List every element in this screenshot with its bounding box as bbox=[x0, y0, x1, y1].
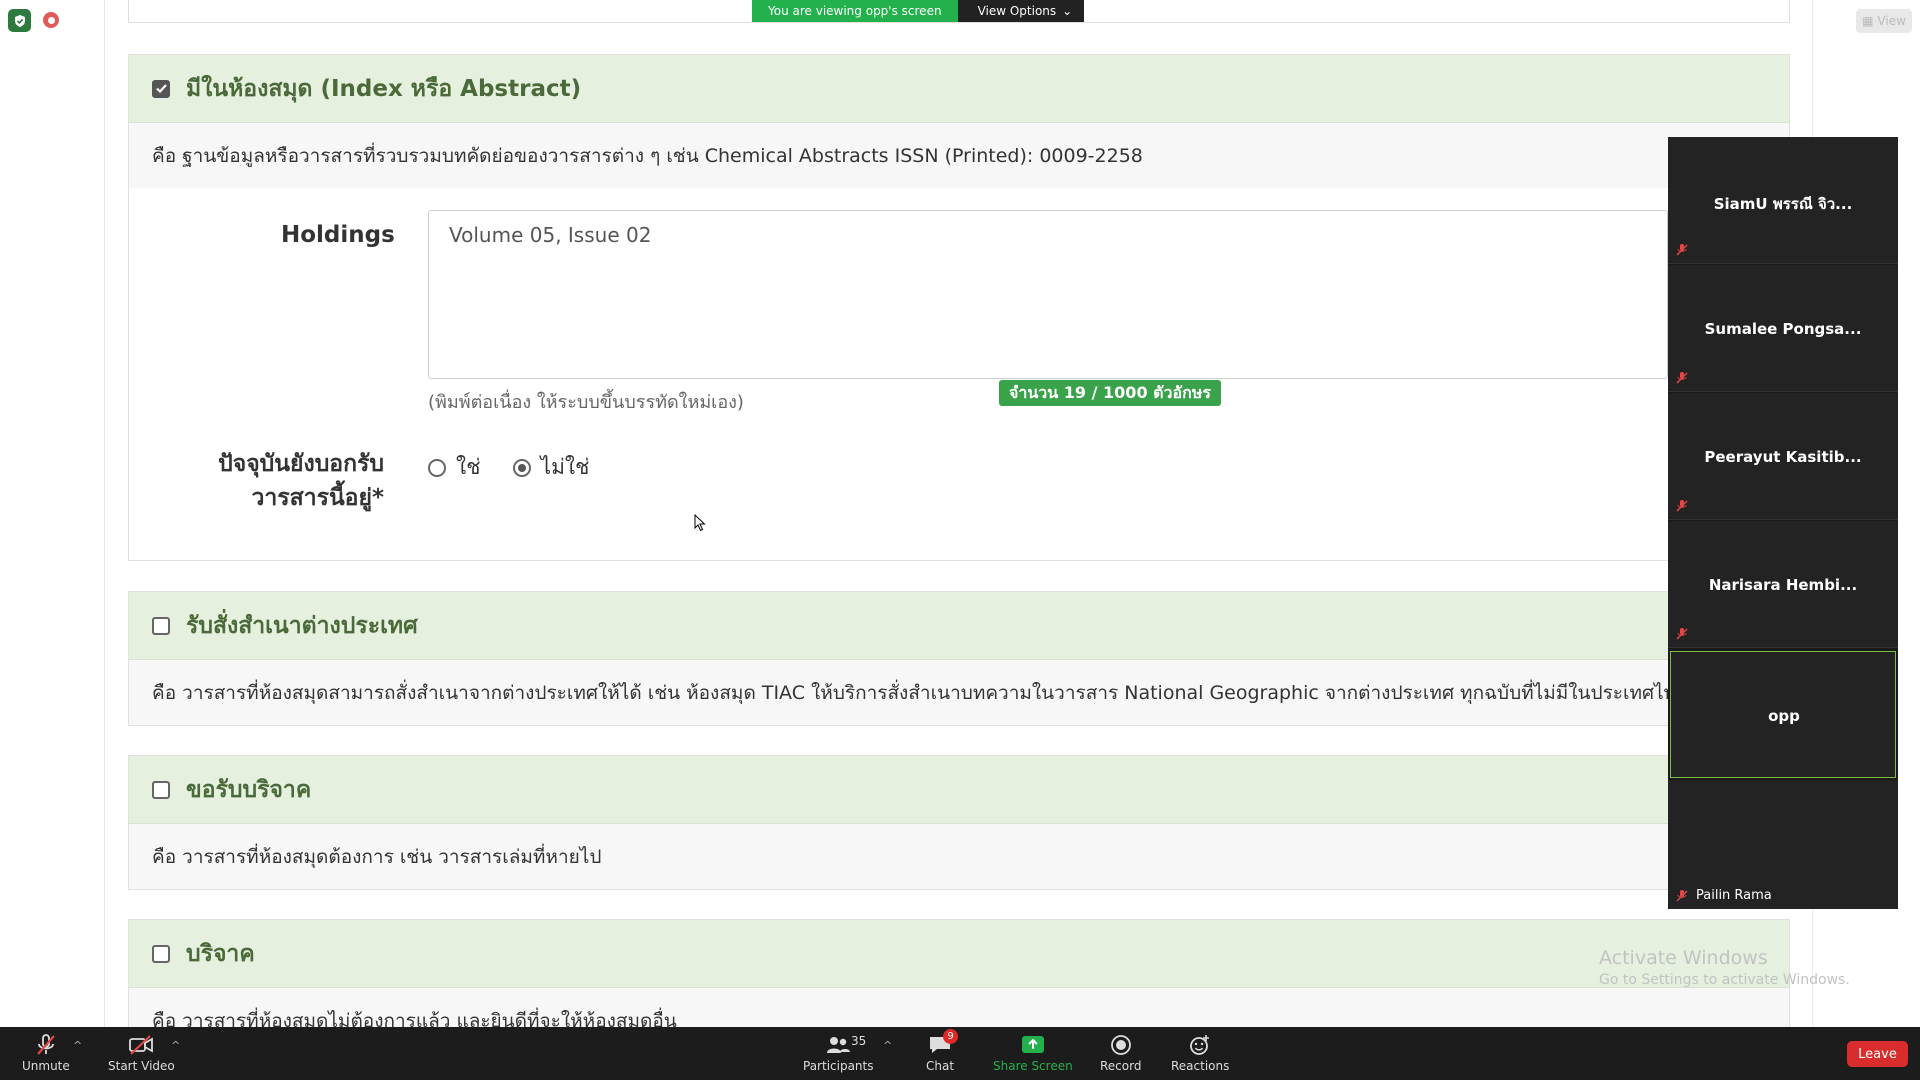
radio-no[interactable] bbox=[512, 458, 531, 477]
share-screen-label: Share Screen bbox=[993, 1059, 1073, 1073]
chevron-down-icon: ⌄ bbox=[1062, 4, 1073, 18]
screen-share-banner: You are viewing opp's screen View Option… bbox=[752, 0, 1085, 22]
character-counter-badge: จำนวน 19 / 1000 ตัวอักษร bbox=[999, 380, 1221, 406]
muted-mic-icon bbox=[37, 1034, 55, 1055]
left-guide-line bbox=[104, 0, 105, 1030]
record-icon bbox=[1110, 1035, 1131, 1055]
radio-yes-label[interactable]: ใช่ bbox=[456, 451, 481, 484]
participant-name: SiamU พรรณี จิว... bbox=[1713, 195, 1853, 213]
section-header: บริจาค bbox=[129, 920, 1789, 988]
muted-mic-icon bbox=[1676, 890, 1688, 902]
section-checkbox[interactable] bbox=[152, 79, 170, 98]
subscription-label-line1: ปัจจุบันยังบอกรับ bbox=[218, 451, 384, 477]
video-off-icon bbox=[129, 1035, 154, 1055]
section-title: บริจาค bbox=[186, 940, 255, 967]
holdings-hint: (พิมพ์ต่อเนื่อง ให้ระบบขึ้นบรรทัดใหม่เอง… bbox=[428, 392, 744, 413]
participant-tile-active-speaker[interactable]: opp bbox=[1670, 651, 1896, 778]
section-description: คือ วารสารที่ห้องสมุดสามารถสั่งสำเนาจากต… bbox=[129, 660, 1789, 725]
section-request-donation: ขอรับบริจาค คือ วารสารที่ห้องสมุดต้องการ… bbox=[128, 755, 1790, 890]
start-video-label: Start Video bbox=[108, 1059, 175, 1073]
chat-label: Chat bbox=[926, 1059, 955, 1073]
share-screen-button[interactable]: Share Screen bbox=[993, 1031, 1073, 1073]
participant-tile[interactable]: SiamU พรรณี จิว... bbox=[1668, 137, 1898, 264]
section-description: คือ วารสารที่ห้องสมุดต้องการ เช่น วารสาร… bbox=[129, 824, 1789, 889]
radio-no-label[interactable]: ไม่ใช่ bbox=[541, 451, 590, 484]
participants-icon bbox=[827, 1037, 851, 1053]
participant-count: 35 bbox=[851, 1034, 867, 1048]
muted-mic-icon bbox=[1676, 628, 1688, 640]
security-shield-icon[interactable] bbox=[8, 9, 31, 32]
holdings-textarea[interactable]: Volume 05, Issue 02 bbox=[428, 210, 1668, 379]
section-header: ขอรับบริจาค bbox=[129, 756, 1789, 824]
participant-tile[interactable]: Pailin Rama bbox=[1668, 780, 1898, 909]
viewing-screen-text: You are viewing opp's screen bbox=[752, 0, 958, 22]
reactions-label: Reactions bbox=[1171, 1059, 1230, 1073]
view-options-label: View Options bbox=[977, 4, 1057, 18]
participants-caret-icon[interactable]: ^ bbox=[883, 1039, 892, 1052]
section-header: มีในห้องสมุด (Index หรือ Abstract) bbox=[129, 55, 1789, 123]
radio-yes[interactable] bbox=[428, 458, 446, 477]
record-button[interactable]: Record bbox=[1100, 1031, 1141, 1073]
section-title: รับสั่งสำเนาต่างประเทศ bbox=[186, 612, 418, 639]
unmute-label: Unmute bbox=[22, 1059, 70, 1073]
section-foreign-copy: รับสั่งสำเนาต่างประเทศ คือ วารสารที่ห้อง… bbox=[128, 591, 1790, 726]
reactions-smiley-icon bbox=[1190, 1035, 1210, 1055]
section-checkbox[interactable] bbox=[152, 944, 170, 963]
participant-name: Sumalee Pongsa... bbox=[1704, 320, 1862, 338]
subscription-label-line2: วารสารนี้อยู่* bbox=[251, 485, 384, 511]
view-options-button[interactable]: View Options ⌄ bbox=[957, 0, 1085, 22]
section-title: มีในห้องสมุด (Index หรือ Abstract) bbox=[186, 75, 582, 102]
activate-windows-title: Activate Windows bbox=[1599, 947, 1768, 969]
recording-indicator-icon bbox=[43, 12, 59, 28]
muted-mic-icon bbox=[1676, 372, 1688, 384]
view-grid-icon: ▦ bbox=[1862, 14, 1874, 28]
record-label: Record bbox=[1100, 1059, 1142, 1073]
participant-name: Narisara Hembi... bbox=[1708, 576, 1858, 594]
section-checkbox[interactable] bbox=[152, 780, 170, 799]
muted-mic-icon bbox=[1676, 500, 1688, 512]
section-description: คือ ฐานข้อมูลหรือวารสารที่รวบรวมบทคัดย่อ… bbox=[129, 123, 1789, 188]
participant-name: opp bbox=[1768, 707, 1800, 725]
chat-unread-badge: 9 bbox=[943, 1029, 958, 1044]
video-options-caret-icon[interactable]: ^ bbox=[171, 1039, 180, 1052]
subscription-radio-group: ใช่ ไม่ใช่ bbox=[428, 451, 611, 484]
participant-tile[interactable]: Peerayut Kasitib... bbox=[1668, 393, 1898, 520]
activate-windows-subtitle: Go to Settings to activate Windows. bbox=[1599, 972, 1850, 988]
participant-name: Pailin Rama bbox=[1696, 888, 1772, 903]
reactions-button[interactable]: Reactions bbox=[1171, 1031, 1229, 1073]
leave-button[interactable]: Leave bbox=[1847, 1041, 1908, 1067]
participant-name: Peerayut Kasitib... bbox=[1704, 448, 1862, 466]
view-label: View bbox=[1877, 14, 1906, 28]
section-title: ขอรับบริจาค bbox=[186, 776, 312, 803]
mouse-cursor-icon bbox=[694, 514, 706, 532]
share-screen-icon bbox=[1021, 1036, 1044, 1053]
holdings-label: Holdings bbox=[281, 222, 395, 248]
participants-panel: SiamU พรรณี จิว... Sumalee Pongsa... Pee… bbox=[1668, 137, 1898, 909]
meeting-toolbar: Unmute ^ Start Video ^ Participants 35 ^… bbox=[0, 1027, 1920, 1080]
audio-options-caret-icon[interactable]: ^ bbox=[73, 1039, 82, 1052]
start-video-button[interactable]: Start Video bbox=[108, 1031, 175, 1073]
subscription-label: ปัจจุบันยังบอกรับ วารสารนี้อยู่* bbox=[170, 447, 384, 515]
muted-mic-icon bbox=[1676, 244, 1688, 256]
section-checkbox[interactable] bbox=[152, 616, 170, 635]
participant-tile[interactable]: Sumalee Pongsa... bbox=[1668, 265, 1898, 392]
participants-label: Participants bbox=[803, 1059, 874, 1073]
view-button[interactable]: ▦ View bbox=[1856, 9, 1912, 33]
participant-tile[interactable]: Narisara Hembi... bbox=[1668, 521, 1898, 648]
section-header: รับสั่งสำเนาต่างประเทศ bbox=[129, 592, 1789, 660]
unmute-button[interactable]: Unmute bbox=[22, 1031, 70, 1073]
